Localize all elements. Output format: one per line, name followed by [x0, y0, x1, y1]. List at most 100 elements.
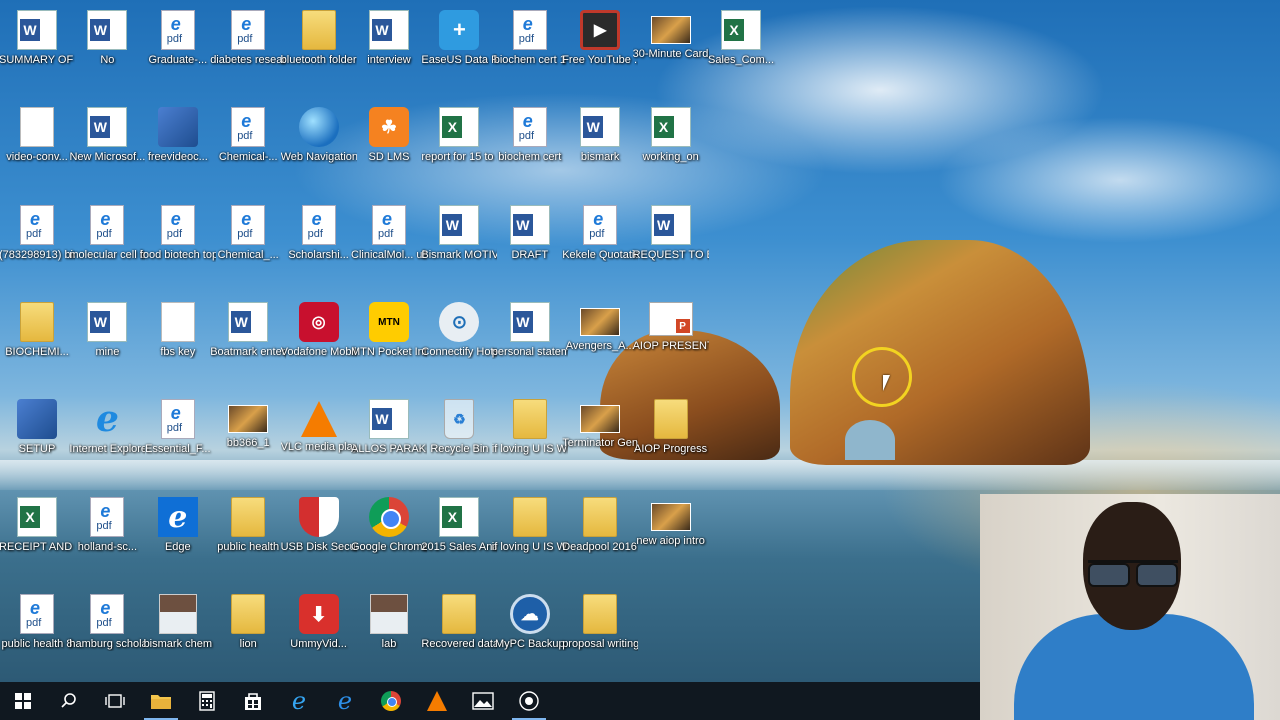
desktop-icon[interactable]: New Microsof... [69, 101, 145, 191]
desktop-icon[interactable]: Deadpool 2016 HD-... [562, 491, 638, 581]
desktop-icon[interactable]: bismark [565, 101, 635, 191]
desktop-icon[interactable]: fbs key [143, 296, 213, 386]
desktop-icon[interactable]: ☘ SD LMS [354, 101, 424, 191]
photos-icon [472, 692, 494, 710]
desktop-icon-label: Recycle Bin [430, 443, 489, 455]
desktop-icon[interactable]: Bismark MOTIVATIO... [421, 199, 497, 289]
task-view-button[interactable] [92, 682, 138, 720]
desktop-icon[interactable]: holland-sc... [72, 491, 142, 581]
desktop-icon[interactable]: + EaseUS Data Recovery ... [421, 4, 498, 94]
desktop-icon[interactable]: ◎ Vodafone Mobile Wi-Fi [281, 296, 357, 386]
desktop-icon[interactable]: ♻ Recycle Bin [424, 393, 494, 483]
desktop-icon[interactable]: lion [213, 588, 283, 678]
desktop-icon[interactable]: public health 8 [2, 588, 72, 678]
desktop-icon[interactable]: hamburg scholars [69, 588, 145, 678]
desktop-icon[interactable]: (783298913) biochem cert [0, 199, 75, 289]
desktop-icon[interactable]: BIOCHEMI... [2, 296, 72, 386]
desktop-icon[interactable]: Google Chrome [351, 491, 427, 581]
desktop-icon[interactable]: ClinicalMol... uhassalt [351, 199, 427, 289]
desktop-icon[interactable]: e Internet Explorer [69, 393, 145, 483]
desktop-icon[interactable]: Avengers_A... [565, 296, 635, 386]
internet-explorer-button[interactable]: e [276, 682, 322, 720]
photos-button[interactable] [460, 682, 506, 720]
desktop-icon[interactable]: Scholarshi... [284, 199, 354, 289]
desktop-icon[interactable]: Chemical_... [213, 199, 283, 289]
desktop-icon[interactable]: report for 15 to 19 of fe... [421, 101, 497, 191]
desktop-icon[interactable]: video-conv... [2, 101, 72, 191]
desktop-icon[interactable]: ▶ Free YouTube ... [562, 4, 638, 94]
desktop-icon[interactable]: mine [72, 296, 142, 386]
mtn-icon: MTN [369, 302, 409, 342]
desktop-icon[interactable]: 30-Minute Cardio - T... [633, 4, 709, 94]
desktop-icon[interactable]: if loving U IS WRONG S... [491, 393, 568, 483]
desktop-icon[interactable]: Chemical-... [213, 101, 283, 191]
desktop-icon[interactable]: 2015 Sales Analysis ... [421, 491, 497, 581]
desktop-icon[interactable]: ALLOS PARAKLET [351, 393, 427, 483]
desktop-icon[interactable]: MTN MTN Pocket Internet [351, 296, 427, 386]
desktop-icon[interactable]: DRAFT [495, 199, 565, 289]
desktop-icon[interactable]: new aiop intro [636, 491, 706, 581]
start-button[interactable] [0, 682, 46, 720]
recorder-button[interactable] [506, 682, 552, 720]
desktop-icon[interactable]: SUMMARY OF DAY 2... [0, 4, 75, 94]
pdf-icon [231, 107, 266, 147]
globe-icon [298, 107, 339, 147]
desktop-icon[interactable]: ☁ MyPC Backup [495, 588, 565, 678]
search-button[interactable] [46, 682, 92, 720]
desktop-icon[interactable]: working_on [636, 101, 706, 191]
desktop-icon[interactable]: Boatmark enterprise i... [210, 296, 286, 386]
calculator-button[interactable] [184, 682, 230, 720]
desktop-icon[interactable]: lab [354, 588, 424, 678]
desktop-icon-label: mine [95, 346, 120, 358]
desktop-icon[interactable]: e Edge [143, 491, 213, 581]
chrome-button[interactable] [368, 682, 414, 720]
desktop-icon[interactable]: REQUEST TO BE AN AGE... [633, 199, 709, 289]
desktop-icon[interactable]: VLC media player [280, 393, 357, 483]
desktop-icon[interactable]: ⬇ UmmyVid... [284, 588, 354, 678]
desktop-icon[interactable]: proposal writing [562, 588, 638, 678]
desktop-icon[interactable]: Graduate-... [143, 4, 213, 94]
desktop-icon[interactable]: USB Disk Security [281, 491, 357, 581]
desktop-icon-label: EaseUS Data Recovery ... [421, 54, 498, 66]
desktop-icon[interactable]: AIOP PRESENT [633, 296, 709, 386]
edge-icon: e [157, 497, 198, 537]
pdf-icon [90, 594, 125, 634]
desktop-icon[interactable]: personal stateme... [492, 296, 568, 386]
desktop-icon[interactable]: bismark chem [143, 588, 213, 678]
desktop-icon-label: working_on [642, 151, 699, 163]
desktop-icon[interactable]: Web Navigation [281, 101, 357, 191]
desktop-icon-label: if loving U IS WRONG S... [491, 443, 568, 455]
desktop-icon-label: SUMMARY OF DAY 2... [0, 54, 75, 66]
desktop-icon[interactable]: molecular cell biolog... [69, 199, 145, 289]
desktop-icon-label: bluetooth folder [280, 54, 357, 66]
desktop-icon[interactable]: No [72, 4, 142, 94]
edge-icon: e [337, 687, 353, 715]
vlc-button[interactable] [414, 682, 460, 720]
store-button[interactable] [230, 682, 276, 720]
desktop-icon[interactable]: AIOP Progress [634, 393, 707, 483]
desktop-icon[interactable]: bluetooth folder [280, 4, 357, 94]
desktop-icon[interactable]: Terminator Genisys (2... [562, 393, 638, 483]
desktop-icon[interactable]: freevideoc... [143, 101, 213, 191]
desktop-icon[interactable]: SETUP [2, 393, 72, 483]
desktop-icon[interactable]: diabetes research [210, 4, 286, 94]
pdf-icon [372, 205, 406, 245]
desktop-icon[interactable]: biochem cert 1 [494, 4, 566, 94]
desktop-icon[interactable]: Essential_F... [143, 393, 213, 483]
desktop-icon[interactable]: RECEIPT AND IN... [0, 491, 75, 581]
pdf-icon [160, 399, 195, 439]
desktop-icon[interactable]: public health [213, 491, 283, 581]
desktop-icon[interactable]: ⊙ Connectify Hotspot 2015 [421, 296, 497, 386]
desktop-icon[interactable]: Kekele Quotation [562, 199, 638, 289]
desktop-icon[interactable]: Sales_Com... [706, 4, 776, 94]
file-explorer-button[interactable] [138, 682, 184, 720]
desktop-icon-label: VLC media player [280, 441, 357, 453]
desktop-icon[interactable]: bb366_1 [213, 393, 283, 483]
video-thumbnail-icon [580, 308, 621, 336]
edge-button[interactable]: e [322, 682, 368, 720]
desktop-icon[interactable]: biochem cert [495, 101, 565, 191]
desktop-icon[interactable]: interview [354, 4, 424, 94]
desktop-icon[interactable]: food biotech topics [140, 199, 216, 289]
desktop-icon[interactable]: if loving U IS WRONG S... [492, 491, 568, 581]
desktop-icon[interactable]: Recovered data 02-12-... [421, 588, 497, 678]
